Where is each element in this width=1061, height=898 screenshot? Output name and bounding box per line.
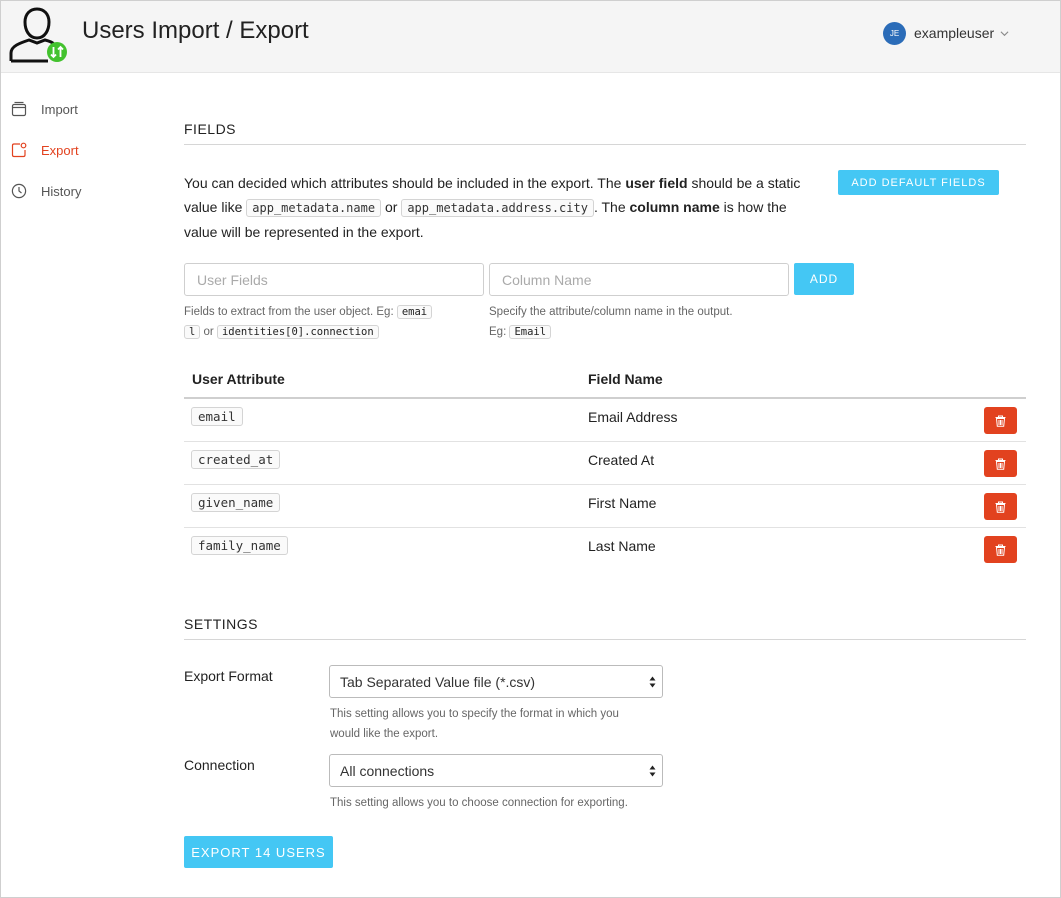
- desc-text: You can decided which attributes should …: [184, 175, 626, 191]
- settings-section-title: SETTINGS: [184, 616, 259, 632]
- user-fields-input[interactable]: [184, 263, 484, 296]
- connection-select[interactable]: All connections: [329, 754, 663, 787]
- export-icon: [11, 142, 27, 158]
- help-text: Fields to extract from the user object. …: [184, 306, 397, 318]
- code-sample: l: [184, 325, 201, 339]
- export-format-label: Export Format: [184, 668, 273, 684]
- page-title: Users Import / Export: [82, 17, 309, 44]
- trash-icon: [995, 458, 1006, 470]
- connection-label: Connection: [184, 757, 255, 773]
- sidebar-item-label: Import: [41, 101, 78, 117]
- attribute-code: family_name: [191, 536, 288, 555]
- attribute-cell: given_name: [191, 493, 281, 512]
- attribute-cell: created_at: [191, 450, 281, 469]
- help-text: Specify the attribute/column name in the…: [489, 306, 733, 318]
- fields-section-title: FIELDS: [184, 121, 237, 137]
- column-name-help: Specify the attribute/column name in the…: [489, 302, 779, 342]
- desc-emphasis: user field: [625, 175, 688, 191]
- column-header-user-attribute: User Attribute: [192, 371, 285, 387]
- export-users-button[interactable]: EXPORT 14 USERS: [184, 836, 333, 868]
- attribute-code: email: [191, 407, 243, 426]
- row-divider: [184, 527, 1026, 528]
- users-import-export-icon: [9, 7, 67, 63]
- export-format-help: This setting allows you to specify the f…: [330, 704, 670, 744]
- add-button[interactable]: ADD: [794, 263, 854, 295]
- table-header-rule: [184, 397, 1026, 399]
- select-arrows-icon: [649, 765, 656, 777]
- divider: [184, 639, 1026, 640]
- chevron-down-icon[interactable]: [1000, 29, 1009, 38]
- field-name-cell: Created At: [588, 452, 655, 468]
- code-sample: app_metadata.name: [246, 199, 382, 217]
- avatar[interactable]: JE: [883, 21, 906, 45]
- code-sample: app_metadata.address.city: [401, 199, 594, 217]
- code-sample: identities[0].connection: [216, 325, 379, 339]
- column-header-field-name: Field Name: [588, 371, 663, 387]
- user-menu[interactable]: JE exampleuser: [883, 21, 1009, 45]
- attribute-cell: email: [191, 407, 243, 426]
- sidebar-item-history[interactable]: History: [11, 183, 81, 199]
- connection-value: All connections: [340, 762, 435, 779]
- field-name-cell: Email Address: [588, 409, 678, 425]
- desc-emphasis: column name: [629, 199, 720, 215]
- code-sample: Email: [509, 325, 552, 339]
- help-text: or: [200, 326, 217, 338]
- sidebar-item-label: Export: [41, 142, 79, 158]
- attribute-cell: family_name: [191, 536, 288, 555]
- row-divider: [184, 441, 1026, 442]
- column-name-input[interactable]: [489, 263, 789, 296]
- window-icon: [11, 101, 27, 117]
- field-name-cell: Last Name: [588, 538, 656, 554]
- sidebar-item-export[interactable]: Export: [11, 142, 79, 158]
- divider: [184, 144, 1026, 145]
- app-window: Users Import / Export JE exampleuser Imp…: [0, 0, 1061, 898]
- delete-button[interactable]: [984, 450, 1017, 477]
- attribute-code: given_name: [191, 493, 281, 512]
- delete-button[interactable]: [984, 407, 1017, 434]
- select-arrows-icon: [649, 676, 656, 688]
- trash-icon: [995, 501, 1006, 513]
- sidebar-item-import[interactable]: Import: [11, 101, 78, 117]
- attribute-code: created_at: [191, 450, 281, 469]
- user-fields-help: Fields to extract from the user object. …: [184, 302, 454, 342]
- code-sample: emai: [396, 305, 433, 319]
- help-text: Eg:: [489, 326, 510, 338]
- delete-button[interactable]: [984, 493, 1017, 520]
- add-default-fields-button[interactable]: ADD DEFAULT FIELDS: [838, 170, 999, 195]
- trash-icon: [995, 415, 1006, 427]
- desc-text: or: [381, 199, 402, 215]
- help-text: This setting allows you to specify the f…: [330, 708, 619, 720]
- sidebar-item-label: History: [41, 183, 82, 199]
- fields-description: You can decided which attributes should …: [184, 171, 804, 244]
- help-text: would like the export.: [330, 728, 439, 740]
- desc-text: . The: [593, 199, 630, 215]
- delete-button[interactable]: [984, 536, 1017, 563]
- connection-help: This setting allows you to choose connec…: [330, 797, 628, 809]
- header: Users Import / Export JE exampleuser: [1, 1, 1060, 73]
- trash-icon: [995, 544, 1006, 556]
- username[interactable]: exampleuser: [914, 25, 994, 41]
- export-format-select[interactable]: Tab Separated Value file (*.csv): [329, 665, 663, 698]
- clock-icon: [11, 183, 27, 199]
- export-format-value: Tab Separated Value file (*.csv): [340, 673, 536, 690]
- row-divider: [184, 484, 1026, 485]
- field-name-cell: First Name: [588, 495, 657, 511]
